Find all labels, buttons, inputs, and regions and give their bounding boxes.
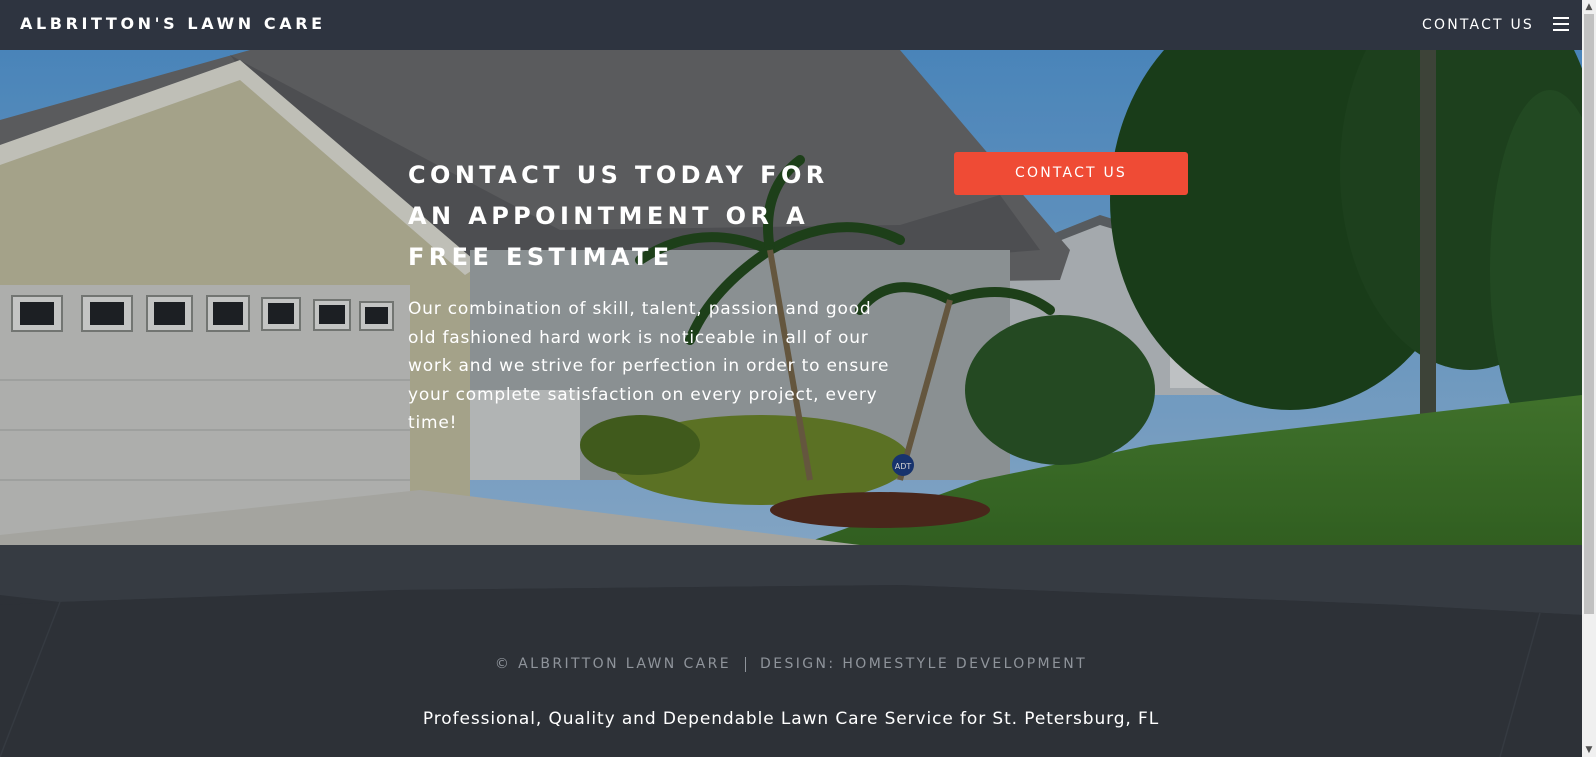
copyright-text: © ALBRITTON LAWN CARE <box>494 656 732 672</box>
page-scrollbar[interactable]: ▲ ▼ <box>1582 0 1596 757</box>
scroll-thumb[interactable] <box>1584 14 1594 614</box>
site-footer: © ALBRITTON LAWN CARE DESIGN: HOMESTYLE D… <box>0 545 1582 757</box>
footer-credits: © ALBRITTON LAWN CARE DESIGN: HOMESTYLE D… <box>0 656 1582 672</box>
site-header: ALBRITTON'S LAWN CARE CONTACT US <box>0 0 1582 50</box>
hero-banner: ADT CONTACT US TODAY FOR AN APPOINTMENT … <box>0 50 1582 545</box>
scroll-down-arrow-icon[interactable]: ▼ <box>1582 743 1596 757</box>
hero-title: CONTACT US TODAY FOR AN APPOINTMENT OR A… <box>408 161 829 271</box>
hero-description: Our combination of skill, talent, passio… <box>408 299 890 433</box>
scroll-up-arrow-icon[interactable]: ▲ <box>1582 0 1596 14</box>
footer-divider <box>745 656 747 672</box>
footer-tagline: Professional, Quality and Dependable Law… <box>422 709 1160 729</box>
design-credit-link[interactable]: DESIGN: HOMESTYLE DEVELOPMENT <box>760 656 1087 672</box>
contact-us-button[interactable]: CONTACT US <box>954 152 1188 195</box>
site-brand-logo[interactable]: ALBRITTON'S LAWN CARE <box>20 14 326 33</box>
nav-contact-link[interactable]: CONTACT US <box>1422 17 1534 33</box>
hamburger-menu-icon[interactable] <box>1553 17 1569 31</box>
